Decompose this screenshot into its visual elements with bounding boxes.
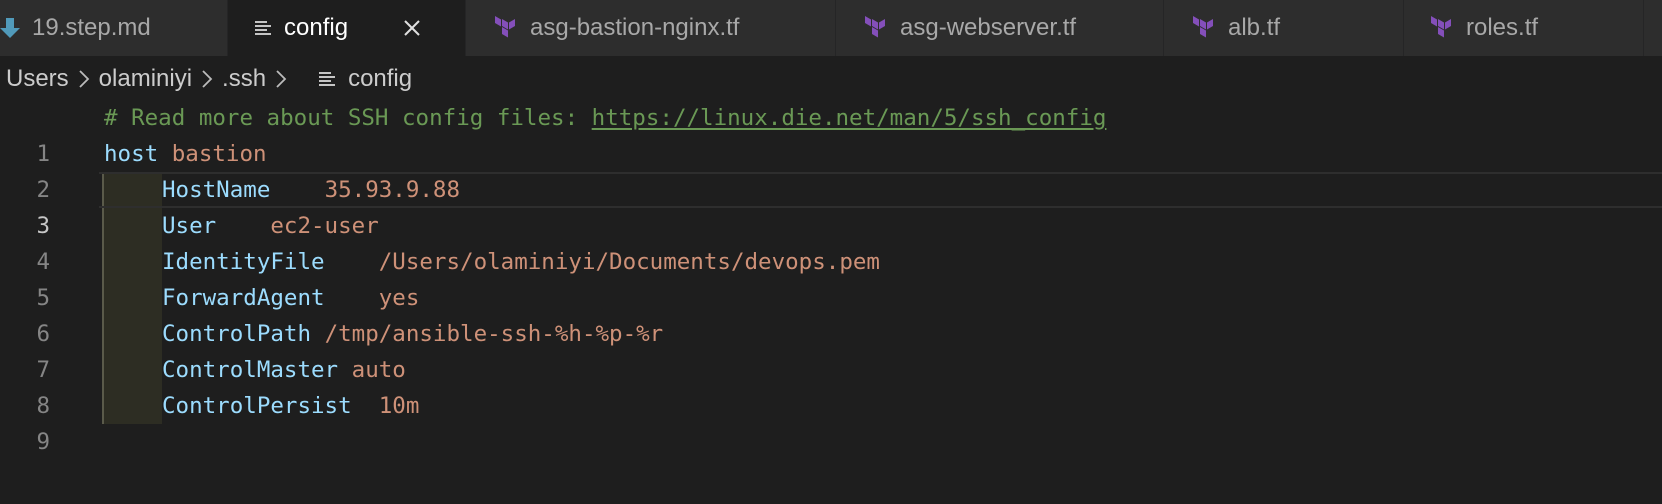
chevron-right-icon [275, 69, 287, 89]
tab-label: asg-bastion-nginx.tf [530, 14, 740, 41]
editor-tab-bar: 19.step.md config asg-bastion-nginx.tf a… [0, 0, 1662, 56]
tab-alb-tf[interactable]: alb.tf [1164, 0, 1404, 56]
indent-guide [102, 172, 162, 208]
tab-asg-bastion-nginx-tf[interactable]: asg-bastion-nginx.tf [466, 0, 836, 56]
config-value: ec2-user [270, 213, 379, 239]
code-area[interactable]: 1 # Read more about SSH config files: ht… [0, 100, 1662, 455]
config-value: 10m [378, 393, 420, 419]
terraform-icon [1430, 16, 1454, 40]
line-number: 9 [36, 429, 50, 455]
tab-overflow[interactable] [1644, 0, 1662, 56]
indent-guide [102, 280, 162, 316]
code-editor: 19.step.md config asg-bastion-nginx.tf a… [0, 0, 1662, 504]
lines-file-icon [254, 19, 272, 37]
terraform-icon [864, 16, 888, 40]
config-value: yes [378, 285, 420, 311]
config-key: ControlPersist [162, 393, 352, 419]
config-value: auto [351, 357, 406, 383]
config-key: HostName [162, 177, 271, 203]
breadcrumb-users[interactable]: Users [6, 65, 69, 93]
config-key: IdentityFile [162, 249, 325, 275]
lines-file-icon [318, 70, 336, 88]
code-line[interactable]: 1 # Read more about SSH config files: ht… [0, 100, 1662, 167]
code-line[interactable]: 6 ForwardAgent yes [0, 280, 1662, 347]
tab-config[interactable]: config [228, 0, 466, 56]
config-key: ForwardAgent [162, 285, 325, 311]
config-key: ControlPath [162, 321, 312, 347]
chevron-right-icon [201, 69, 213, 89]
config-value: 35.93.9.88 [324, 177, 461, 203]
code-line[interactable]: 5 IdentityFile /Users/olaminiyi/Document… [0, 244, 1662, 311]
terraform-icon [494, 16, 518, 40]
config-value: /tmp/ansible-ssh-%h-%p-%r [324, 321, 664, 347]
code-line[interactable]: 8 ControlMaster auto [0, 352, 1662, 419]
breadcrumb-config[interactable]: config [348, 65, 412, 93]
tab-label: asg-webserver.tf [900, 14, 1077, 41]
code-line[interactable]: 9 ControlPersist 10m [0, 388, 1662, 455]
tab-19-step-md[interactable]: 19.step.md [0, 0, 228, 56]
ssh-config-doc-link[interactable]: https://linux.die.net/man/5/ssh_config [592, 105, 1107, 131]
config-key: host [104, 141, 159, 167]
terraform-icon [1192, 16, 1216, 40]
tab-label: alb.tf [1228, 14, 1281, 41]
code-comment: # Read more about SSH config files: [104, 105, 592, 131]
tab-roles-tf[interactable]: roles.tf [1404, 0, 1644, 56]
tab-label: config [284, 14, 349, 41]
code-line[interactable]: 7 ControlPath /tmp/ansible-ssh-%h-%p-%r [0, 316, 1662, 383]
config-value: /Users/olaminiyi/Documents/devops.pem [378, 249, 880, 275]
indent-guide [102, 352, 162, 388]
indent-guide [102, 316, 162, 352]
breadcrumb-olaminiyi[interactable]: olaminiyi [99, 65, 192, 93]
code-line[interactable]: 2 host bastion [0, 136, 1662, 203]
code-line[interactable]: 4 User ec2-user [0, 208, 1662, 275]
indent-guide [102, 388, 162, 424]
breadcrumb-ssh[interactable]: .ssh [222, 65, 266, 93]
chevron-right-icon [78, 69, 90, 89]
config-key: User [162, 213, 217, 239]
config-key: ControlMaster [162, 357, 339, 383]
tab-label: roles.tf [1466, 14, 1539, 41]
breadcrumb: Users olaminiyi .ssh config [6, 60, 412, 98]
code-line-current[interactable]: 3 HostName 35.93.9.88 [0, 172, 1662, 239]
tab-asg-webserver-tf[interactable]: asg-webserver.tf [836, 0, 1164, 56]
tab-label: 19.step.md [32, 14, 151, 41]
indent-guide [102, 244, 162, 280]
config-value: bastion [171, 141, 267, 167]
indent-guide [102, 208, 162, 244]
download-arrow-icon [0, 16, 20, 40]
close-icon[interactable] [398, 14, 426, 42]
